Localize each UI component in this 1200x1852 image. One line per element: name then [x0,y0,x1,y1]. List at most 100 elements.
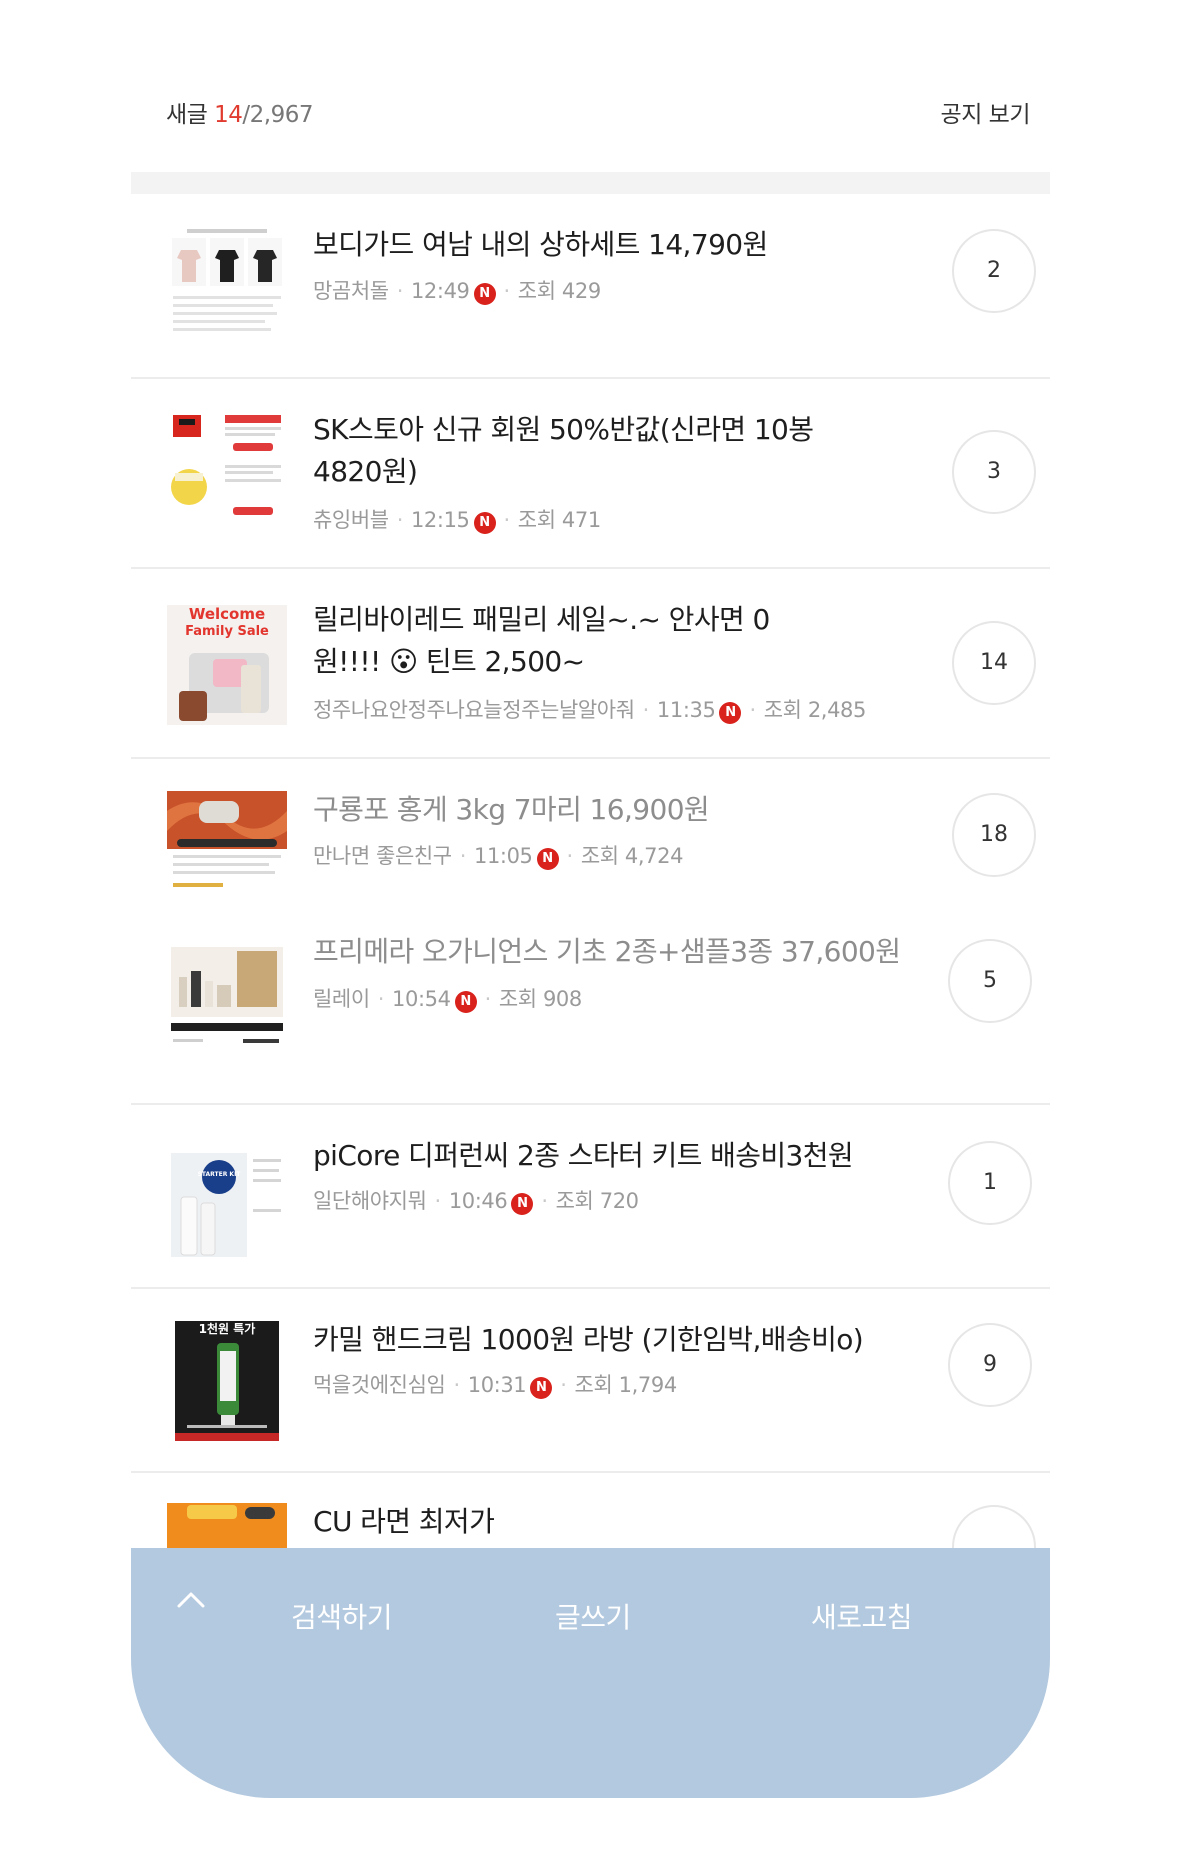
post-author: 만나면 좋은친구 [313,844,452,868]
new-badge-icon: N [454,991,477,1013]
post-title[interactable]: CU 라면 최저가 [313,1501,913,1543]
meta-separator-dot: · [396,279,404,303]
search-button[interactable]: 검색하기 [291,1596,393,1636]
reply-count-badge[interactable]: 14 [952,621,1036,705]
meta-separator-dot: · [541,1189,548,1213]
post-title[interactable]: 릴리바이레드 패밀리 세일~.~ 안사면 0원!!!! 😮 틴트 2,500~ [313,599,833,683]
reply-count-badge[interactable]: 3 [952,430,1036,514]
bottom-toolbar: 검색하기 글쓰기 새로고침 [131,1548,1050,1798]
post-views: 조회 429 [517,279,601,303]
family-sale-text: Family Sale [185,624,269,639]
camill-banner-text: 1천원 특가 [199,1321,256,1336]
welcome-text: Welcome [189,605,265,623]
post-time: 12:49 [410,279,470,303]
post-item[interactable]: 보디가드 여남 내의 상하세트 14,790원 망곰처돌 · 12:49 N · 조회 4… [131,194,1050,379]
post-views: 조회 1,794 [574,1373,678,1397]
post-thumbnail [167,791,287,911]
new-badge-icon: N [719,702,742,724]
starter-kit-image: STARTER KIT [167,1139,287,1259]
post-time: 10:31 [467,1373,527,1397]
meta-separator-dot: · [484,987,492,1011]
post-thumbnail [167,937,287,1057]
hand-cream-image: 1천원 특가 [167,1321,287,1441]
post-title[interactable]: 보디가드 여남 내의 상하세트 14,790원 [313,224,913,266]
post-views: 조회 4,724 [580,844,684,868]
meta-separator-dot: · [749,698,756,722]
post-item[interactable]: Welcome Family Sale 릴리바이레드 패밀리 세일~.~ 안사면… [131,569,1050,759]
post-author: 먹을것에진심임 [313,1373,446,1397]
post-time: 11:35 [656,698,716,722]
header-divider [131,172,1050,194]
post-count: 새글 14/2,967 [166,95,314,129]
reply-count-badge[interactable]: 2 [952,229,1036,313]
post-meta: 정주나요안정주나요늘정주는날알아줘 · 11:35 N · 조회 2,485 [313,694,866,724]
red-crab-image [167,791,287,911]
new-badge-icon: N [511,1193,534,1215]
post-thumbnail: 1천원 특가 [167,1321,287,1441]
post-meta: 츄잉버블 · 12:15 N · 조회 471 [313,504,601,534]
post-author: 릴레이 [313,987,370,1011]
skincare-set-image [167,937,287,1057]
post-thumbnail [167,224,287,344]
meta-separator-dot: · [434,1189,442,1213]
post-item[interactable]: 구룡포 홍게 3kg 7마리 16,900원 만나면 좋은친구 · 11:05 N · 조… [131,759,1050,919]
post-views: 조회 471 [517,508,601,532]
write-button[interactable]: 글쓰기 [555,1596,631,1636]
new-badge-icon: N [473,283,496,305]
new-badge-icon: N [473,512,496,534]
count-separator: / [242,102,250,128]
total-count: 2,967 [249,102,314,128]
post-time: 12:15 [410,508,470,532]
post-author: 츄잉버블 [313,508,389,532]
reply-count-badge[interactable]: 5 [948,939,1032,1023]
post-author: 일단해야지뭐 [313,1189,427,1213]
post-thumbnail [167,409,287,529]
post-item[interactable]: 1천원 특가 카밀 핸드크림 1000원 라방 (기한임박,배송비o) 먹을것에… [131,1289,1050,1473]
meta-separator-dot: · [377,987,385,1011]
board-header: 새글 14/2,967 공지 보기 [131,0,1050,172]
post-title[interactable]: 카밀 핸드크림 1000원 라방 (기한임박,배송비o) [313,1319,913,1361]
post-thumbnail: Welcome Family Sale [167,605,287,725]
new-label: 새글 [166,102,208,128]
meta-separator-dot: · [642,698,650,722]
new-badge-icon: N [530,1377,553,1399]
starter-kit-text: STARTER KIT [198,1171,242,1178]
new-count: 14 [214,102,243,128]
post-views: 조회 2,485 [763,698,867,722]
post-thumbnail: STARTER KIT [167,1139,287,1259]
post-title[interactable]: 구룡포 홍게 3kg 7마리 16,900원 [313,789,913,831]
post-meta: 망곰처돌 · 12:49 N · 조회 429 [313,275,601,305]
post-author: 망곰처돌 [313,279,389,303]
post-list: 보디가드 여남 내의 상하세트 14,790원 망곰처돌 · 12:49 N · 조회 4… [131,194,1050,1623]
meta-separator-dot: · [566,844,574,868]
reply-count-badge[interactable]: 9 [948,1323,1032,1407]
post-item[interactable]: STARTER KIT piCore 디퍼런씨 2종 스타터 키트 배송비3천원… [131,1105,1050,1289]
reply-count-badge[interactable]: 18 [952,793,1036,877]
post-item[interactable]: SK스토아 신규 회원 50%반값(신라면 10봉 4820원) 츄잉버블 · 12… [131,379,1050,569]
meta-separator-dot: · [503,508,511,532]
post-item[interactable]: 프리메라 오가니언스 기초 2종+샘플3종 37,600원 릴레이 · 10:54 N… [131,919,1050,1105]
meta-separator-dot: · [459,844,467,868]
reply-count-badge[interactable]: 1 [948,1141,1032,1225]
ramen-promo-image [167,409,287,529]
new-badge-icon: N [536,848,559,870]
meta-separator-dot: · [503,279,511,303]
post-meta: 일단해야지뭐 · 10:46 N · 조회 720 [313,1185,639,1215]
post-time: 10:54 [392,987,451,1011]
post-time: 10:46 [448,1189,508,1213]
post-meta: 릴레이 · 10:54 N · 조회 908 [313,983,582,1013]
post-time: 11:05 [474,844,533,868]
post-meta: 먹을것에진심임 · 10:31 N · 조회 1,794 [313,1369,677,1399]
refresh-button[interactable]: 새로고침 [811,1596,913,1636]
family-sale-image: Welcome Family Sale [167,605,287,725]
post-title[interactable]: 프리메라 오가니언스 기초 2종+샘플3종 37,600원 [313,931,913,973]
chevron-up-icon[interactable] [171,1580,211,1620]
post-author: 정주나요안정주나요늘정주는날알아줘 [313,698,635,722]
post-title[interactable]: SK스토아 신규 회원 50%반값(신라면 10봉 4820원) [313,409,833,493]
meta-separator-dot: · [453,1373,460,1397]
notice-link[interactable]: 공지 보기 [941,95,1031,129]
underwear-product-image [167,224,287,344]
meta-separator-dot: · [396,508,404,532]
meta-separator-dot: · [560,1373,567,1397]
post-title[interactable]: piCore 디퍼런씨 2종 스타터 키트 배송비3천원 [313,1135,913,1177]
